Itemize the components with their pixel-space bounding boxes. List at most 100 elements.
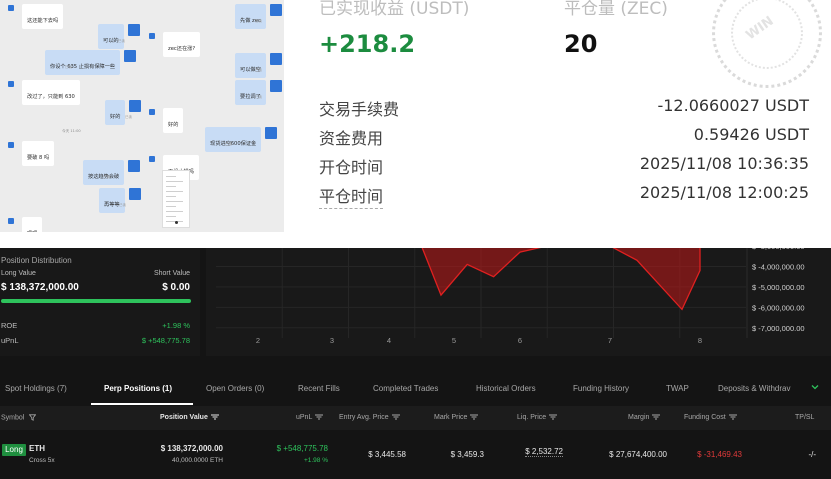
watermark-stamp: WIN (712, 0, 822, 88)
chat-message-text: 好的 (168, 122, 179, 128)
chat-message: 好的 (163, 108, 184, 133)
realized-pnl-label: 已实现收益 (USDT) (319, 0, 470, 19)
divider-strip (0, 232, 831, 248)
tab-perp-positions[interactable]: Perp Positions (1) (104, 384, 172, 393)
read-receipt: 已读 (125, 115, 132, 119)
avatar[interactable] (8, 142, 14, 148)
col-funding-cost[interactable]: Funding Cost (684, 414, 737, 421)
chat-message-text: 好的 (110, 114, 121, 120)
active-tab-indicator (91, 403, 193, 405)
row-symbol[interactable]: ETH (29, 444, 45, 453)
tab-spot-holdings[interactable]: Spot Holdings (7) (5, 384, 67, 393)
tab-deposits-withdrav[interactable]: Deposits & Withdrav (718, 384, 790, 393)
col-margin[interactable]: Margin (628, 414, 661, 421)
avatar[interactable] (270, 80, 282, 92)
roe-label: ROE (1, 321, 18, 330)
chevron-down-icon[interactable] (810, 382, 820, 392)
close-time-value: 2025/11/08 12:00:25 (639, 183, 809, 202)
chat-message: 嗯嗯 (22, 217, 43, 232)
avatar[interactable] (270, 4, 282, 16)
open-time-label: 开仓时间 (319, 158, 384, 177)
position-distribution-title: Position Distribution (1, 256, 72, 265)
roe-value: +1.98 % (162, 321, 190, 330)
funding-fee-label: 资金费用 (319, 129, 384, 148)
row-tpsl[interactable]: -/- (808, 450, 816, 459)
x-tick-label: 7 (608, 336, 612, 345)
read-receipt: 已读 (118, 39, 125, 43)
sort-icon[interactable] (728, 414, 737, 420)
sort-icon[interactable] (652, 414, 661, 420)
upnl-label: uPnL (1, 336, 19, 345)
chat-message-text: 你设个 635 止损有保障一些 (50, 64, 116, 70)
sort-icon[interactable] (210, 414, 219, 420)
chat-message-text: 再等等 (104, 202, 120, 208)
chat-message-text: 这还能下去吗 (27, 18, 59, 24)
avatar[interactable] (8, 5, 14, 11)
y-tick-label: $ -4,000,000.00 (752, 262, 805, 271)
tab-funding-history[interactable]: Funding History (573, 384, 629, 393)
avatar[interactable] (128, 24, 140, 36)
area-series-0 (421, 248, 542, 297)
read-receipt: 已读 (255, 95, 262, 99)
chat-message: 现货进空600保证金 (205, 127, 262, 152)
tab-completed-trades[interactable]: Completed Trades (373, 384, 438, 393)
col-mark-price[interactable]: Mark Price (434, 414, 479, 421)
x-tick-label: 8 (698, 336, 702, 345)
col-position-value[interactable]: Position Value (160, 414, 219, 421)
filter-icon[interactable] (29, 414, 37, 421)
avatar[interactable] (270, 53, 282, 65)
tab-recent-fills[interactable]: Recent Fills (298, 384, 340, 393)
chat-message: 改过了，只能到 630 (22, 80, 80, 105)
row-upnl-percent: +1.98 % (303, 457, 328, 464)
x-tick-label: 4 (387, 336, 391, 345)
upnl-value: $ +548,775.78 (141, 336, 190, 345)
avatar[interactable] (128, 160, 140, 172)
avatar[interactable] (149, 109, 155, 115)
avatar[interactable] (265, 127, 277, 139)
chat-message: zec还在涨? (163, 32, 201, 57)
read-receipt: 已读 (103, 175, 110, 179)
y-tick-label: $ -6,000,000.00 (752, 303, 805, 312)
chat-message-text: 可以的 (103, 38, 119, 44)
y-tick-label: $ -7,000,000.00 (752, 324, 805, 333)
read-receipt: 已读 (65, 65, 72, 69)
long-value-label: Long Value (1, 270, 36, 277)
trading-dashboard: Position Distribution Long Value Short V… (0, 248, 831, 479)
chat-message: 这还能下去吗 (22, 4, 64, 29)
read-receipt: 已读 (255, 68, 262, 72)
chat-message: 可以做空 (235, 53, 266, 78)
avatar[interactable] (8, 81, 14, 87)
row-position-size: 40,000.0000 ETH (172, 457, 223, 464)
sort-icon[interactable] (315, 414, 324, 420)
row-position-value: $ 138,372,000.00 (160, 444, 223, 453)
chat-message-text: 现货进空600保证金 (210, 141, 257, 147)
chat-image-thumbnail[interactable] (162, 170, 190, 228)
avatar[interactable] (149, 33, 155, 39)
chat-message: 可以的 (98, 24, 124, 49)
col-tpsl[interactable]: TP/SL (795, 414, 814, 421)
chat-message: 按这趋势会破 (83, 160, 125, 185)
col-symbol[interactable]: Symbol (1, 414, 37, 421)
col-entry-price[interactable]: Entry Avg. Price (339, 414, 400, 421)
row-mark-price: $ 3,459.3 (450, 450, 484, 459)
short-value-label: Short Value (153, 270, 190, 277)
avatar[interactable] (124, 50, 136, 62)
x-tick-label: 6 (518, 336, 522, 345)
sort-icon[interactable] (391, 414, 400, 420)
close-time-label: 平仓时间 (319, 183, 384, 209)
pnl-chart-panel: $ -3,000,000.00 $ -4,000,000.00 $ -5,000,0… (206, 248, 831, 356)
col-liq-price[interactable]: Liq. Price (517, 414, 558, 421)
avatar[interactable] (8, 218, 14, 224)
avatar[interactable] (129, 188, 141, 200)
avatar[interactable] (129, 100, 141, 112)
sort-icon[interactable] (549, 414, 558, 420)
tab-twap[interactable]: TWAP (666, 384, 689, 393)
pnl-chart: $ -3,000,000.00 $ -4,000,000.00 $ -5,000,0… (216, 248, 805, 345)
tab-historical-orders[interactable]: Historical Orders (476, 384, 536, 393)
col-upnl[interactable]: uPnL (296, 414, 324, 421)
sort-icon[interactable] (470, 414, 479, 420)
chat-message: 再等等 (99, 188, 125, 213)
realized-pnl-value: +218.2 (319, 30, 416, 58)
tab-open-orders[interactable]: Open Orders (0) (206, 384, 264, 393)
avatar[interactable] (149, 156, 155, 162)
